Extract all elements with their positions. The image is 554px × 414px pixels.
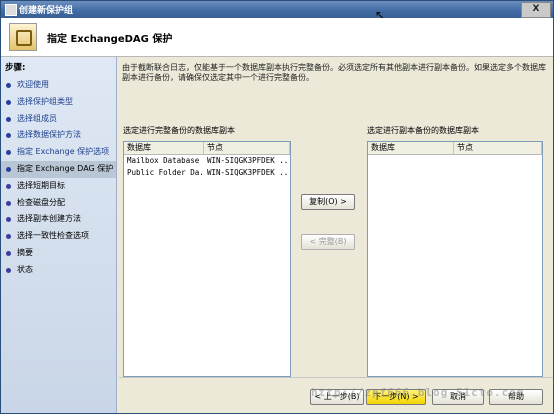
title-bar[interactable]: 创建新保护组 X (1, 1, 553, 18)
step-bullet-icon (6, 116, 11, 122)
step-label: 指定 Exchange 保护选项 (17, 147, 110, 157)
full-backup-list[interactable]: 数据库 节点 Mailbox Database ...WIN-SIQGK3PFD… (123, 141, 291, 377)
database-cell: Mailbox Database ... (127, 156, 204, 165)
full-backup-label: 选定进行完整备份的数据库副本 (123, 126, 235, 135)
column-header-database[interactable]: 数据库 (124, 142, 204, 154)
step-bullet-icon (6, 166, 11, 172)
copy-backup-list[interactable]: 数据库 节点 (367, 141, 543, 377)
step-bullet-icon (6, 267, 11, 273)
step-label: 检查磁盘分配 (17, 197, 65, 207)
wizard-step[interactable]: 欢迎使用 (1, 77, 116, 94)
node-cell: WIN-SIQGK3PFDEK ... (207, 156, 290, 165)
list-item[interactable]: Mailbox Database ...WIN-SIQGK3PFDEK ... (124, 155, 290, 167)
node-cell: WIN-SIQGK3PFDEK ... (207, 168, 290, 177)
wizard-step[interactable]: 指定 Exchange 保护选项 (1, 144, 116, 161)
wizard-step[interactable]: 选择保护组类型 (1, 94, 116, 111)
wizard-step[interactable]: 选择短期目标 (1, 178, 116, 195)
step-bullet-icon (6, 183, 11, 189)
back-button[interactable]: < 上一步(B) (310, 389, 364, 405)
step-label: 选择短期目标 (17, 180, 65, 190)
wizard-step[interactable]: 选择副本创建方法 (1, 211, 116, 228)
step-bullet-icon (6, 83, 11, 88)
cancel-button[interactable]: 取消 (432, 389, 484, 405)
database-cell: Public Folder Da... (127, 168, 204, 177)
next-button[interactable]: 下一步(N) > (366, 389, 426, 405)
wizard-step[interactable]: 选择组成员 (1, 111, 116, 128)
footer-divider (119, 377, 553, 378)
wizard-step[interactable]: 选择一致性检查选项 (1, 228, 116, 245)
step-label: 选择保护组类型 (17, 96, 73, 106)
app-icon (5, 4, 17, 16)
column-header-node[interactable]: 节点 (204, 142, 290, 154)
wizard-step[interactable]: 检查磁盘分配 (1, 195, 116, 212)
full-backup-button[interactable]: < 完整(B) (301, 234, 355, 250)
full-backup-rows: Mailbox Database ...WIN-SIQGK3PFDEK ...P… (124, 155, 290, 179)
wizard-header: 指定 ExchangeDAG 保护 (1, 18, 553, 57)
step-label: 选择组成员 (17, 113, 57, 123)
step-bullet-icon (6, 150, 11, 156)
steps-heading: 步骤: (5, 63, 26, 73)
step-label: 选择一致性检查选项 (17, 231, 89, 241)
step-label: 摘要 (17, 247, 33, 257)
column-header-node[interactable]: 节点 (454, 142, 542, 154)
copy-button[interactable]: 复制(O) > (301, 194, 355, 210)
full-backup-list-header: 数据库 节点 (124, 142, 290, 155)
wizard-step[interactable]: 指定 Exchange DAG 保护 (1, 160, 116, 178)
step-bullet-icon (6, 133, 11, 139)
description-text: 由于截断联合日志，仅能基于一个数据库副本执行完整备份。必须选定所有其他副本进行副… (122, 63, 546, 82)
page-title: 指定 ExchangeDAG 保护 (47, 34, 173, 45)
wizard-step[interactable]: 摘要 (1, 245, 116, 262)
copy-backup-label: 选定进行副本备份的数据库副本 (367, 126, 479, 135)
step-bullet-icon (6, 234, 11, 240)
steps-sidebar: 步骤: 欢迎使用选择保护组类型 选择组成员选择数据保护方法指定 Exchange … (1, 57, 117, 413)
step-label: 选择副本创建方法 (17, 214, 81, 224)
help-button[interactable]: 帮助 (489, 389, 543, 405)
step-label: 选择数据保护方法 (17, 130, 81, 140)
window-title: 创建新保护组 (19, 6, 74, 16)
column-header-database[interactable]: 数据库 (368, 142, 454, 154)
steps-list: 欢迎使用选择保护组类型 选择组成员选择数据保护方法指定 Exchange 保护选项… (1, 77, 116, 279)
wizard-step[interactable]: 状态 (1, 262, 116, 279)
close-button[interactable]: X (521, 2, 551, 18)
step-bullet-icon (6, 99, 11, 105)
copy-backup-list-header: 数据库 节点 (368, 142, 542, 155)
create-protection-group-dialog: 创建新保护组 X ↖ 指定 ExchangeDAG 保护 步骤: 欢迎使用 选择保… (0, 0, 554, 414)
step-label: 指定 Exchange DAG 保护 (17, 163, 114, 173)
step-label: 状态 (17, 264, 33, 274)
list-item[interactable]: Public Folder Da...WIN-SIQGK3PFDEK ... (124, 167, 290, 179)
step-label: 欢迎使用 (17, 80, 49, 89)
wizard-step[interactable]: 选择数据保护方法 (1, 127, 116, 144)
protection-group-icon (9, 23, 37, 51)
step-bullet-icon (6, 217, 11, 223)
step-bullet-icon (6, 250, 11, 256)
step-bullet-icon (6, 200, 11, 206)
